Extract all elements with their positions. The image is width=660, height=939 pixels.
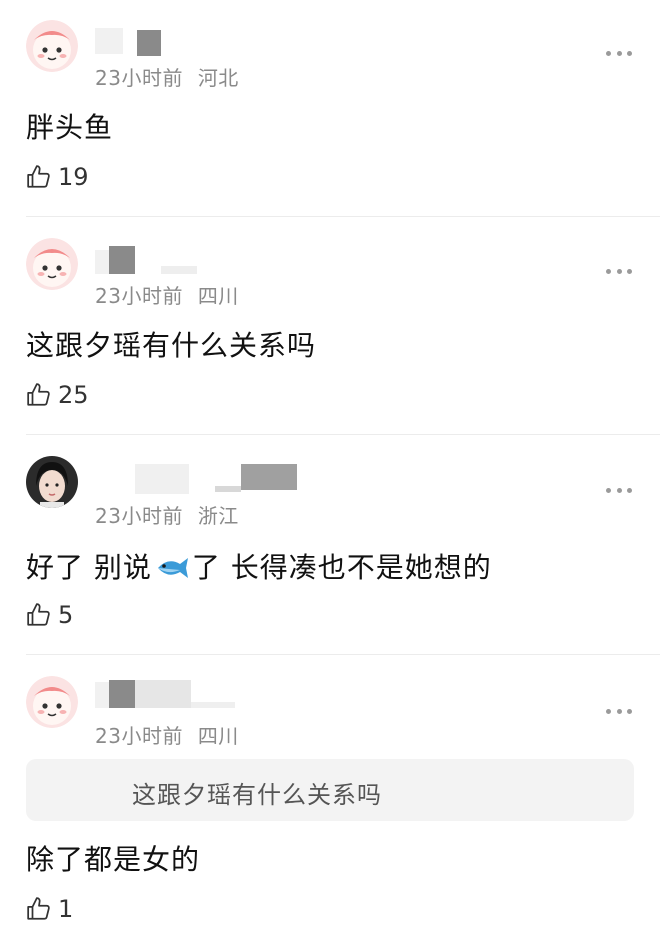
pink-character-avatar-icon [26, 238, 78, 290]
thumbs-up-icon [27, 165, 50, 188]
quoted-reply[interactable]: 这跟夕瑶有什么关系吗 [26, 759, 634, 821]
comment-time: 23小时前 [95, 504, 183, 528]
like-count: 25 [58, 381, 89, 409]
divider [26, 434, 660, 435]
more-options-button[interactable] [606, 267, 632, 275]
comment-time: 23小时前 [95, 284, 183, 308]
more-options-button[interactable] [606, 486, 632, 494]
comment-location: 河北 [197, 66, 239, 90]
like-count: 19 [58, 163, 89, 191]
username-redacted[interactable] [95, 680, 245, 710]
thumbs-up-icon [27, 603, 50, 626]
comment-location: 浙江 [197, 504, 239, 528]
like-button[interactable]: 25 [26, 380, 89, 410]
username-redacted[interactable] [95, 464, 305, 494]
comment-meta: 23小时前 河北 [95, 62, 239, 91]
comment-item: 23小时前 河北 胖头鱼 19 [0, 0, 660, 218]
pink-character-avatar-icon [26, 676, 78, 728]
comment-text-part: 了 长得凑也不是她想的 [191, 551, 492, 584]
thumbs-up-icon [27, 897, 50, 920]
more-options-button[interactable] [606, 49, 632, 57]
fish-emoji-icon [157, 558, 188, 578]
username-redacted[interactable] [95, 28, 175, 58]
pink-character-avatar-icon [26, 20, 78, 72]
avatar[interactable] [26, 456, 78, 508]
comment-text: 除了都是女的 [26, 843, 201, 876]
comment-meta: 23小时前 四川 [95, 280, 239, 309]
like-count: 5 [58, 601, 74, 629]
photo-avatar-icon [26, 456, 78, 508]
comment-text: 好了 别说 了 长得凑也不是她想的 [26, 546, 492, 586]
avatar[interactable] [26, 20, 78, 72]
comment-time: 23小时前 [95, 66, 183, 90]
quoted-reply-text: 这跟夕瑶有什么关系吗 [132, 781, 382, 809]
like-button[interactable]: 19 [26, 162, 89, 192]
comment-text-part: 好了 别说 [26, 551, 152, 584]
comment-item: 23小时前 浙江 好了 别说 了 长得凑也不是她想的 5 [0, 436, 660, 656]
comment-meta: 23小时前 浙江 [95, 500, 239, 529]
comment-item: 23小时前 四川 这跟夕瑶有什么关系吗 25 [0, 218, 660, 436]
comment-location: 四川 [197, 284, 239, 308]
comment-time: 23小时前 [95, 724, 183, 748]
like-count: 1 [58, 895, 74, 923]
comment-item: 23小时前 四川 这跟夕瑶有什么关系吗 除了都是女的 1 [0, 656, 660, 939]
like-button[interactable]: 5 [26, 600, 73, 630]
comment-text: 胖头鱼 [26, 111, 114, 144]
username-redacted[interactable] [95, 246, 205, 276]
comment-location: 四川 [197, 724, 239, 748]
comment-meta: 23小时前 四川 [95, 720, 239, 749]
avatar[interactable] [26, 676, 78, 728]
more-options-button[interactable] [606, 707, 632, 715]
like-button[interactable]: 1 [26, 894, 73, 924]
divider [26, 654, 660, 655]
thumbs-up-icon [27, 383, 50, 406]
comment-text: 这跟夕瑶有什么关系吗 [26, 329, 317, 362]
divider [26, 216, 660, 217]
avatar[interactable] [26, 238, 78, 290]
